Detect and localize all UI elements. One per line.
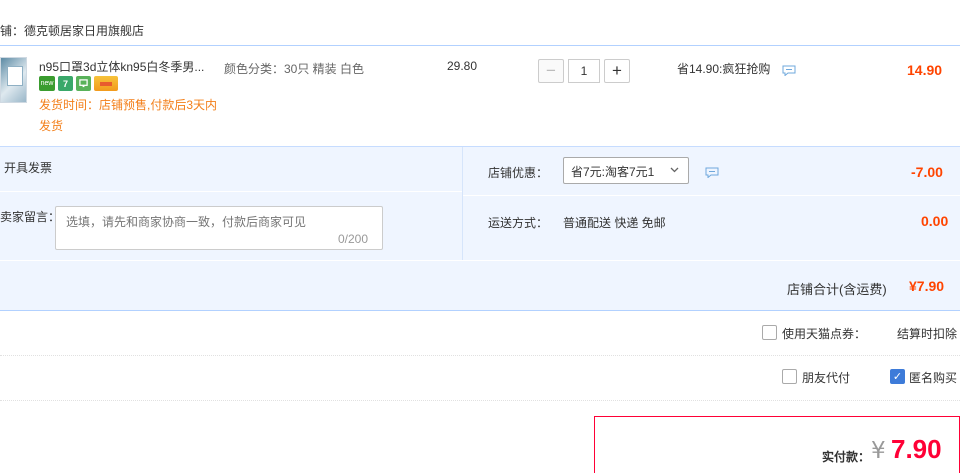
- shop-discount-value: 省7元:淘客7元1: [571, 165, 655, 179]
- points-label: 使用天猫点券：: [782, 327, 867, 341]
- shop-subtotal-label: 店铺合计(含运费): [787, 282, 887, 297]
- invoice-option[interactable]: 开具发票: [4, 159, 52, 176]
- row-divider: [0, 400, 960, 401]
- seller-note-field[interactable]: [55, 206, 383, 250]
- row-divider: [0, 355, 960, 356]
- points-value: 结算时扣除: [897, 327, 958, 341]
- shop-discount-select[interactable]: 省7元:淘客7元1: [563, 157, 689, 184]
- shop-discount-amount: -7.00: [911, 164, 943, 180]
- note-char-count: 0/200: [338, 232, 369, 246]
- note-label: 卖家留言：: [0, 210, 61, 224]
- seller-note-input[interactable]: [56, 207, 382, 249]
- shop-discount-label: 店铺优惠：: [488, 166, 549, 180]
- payment-amount: 7.90: [891, 434, 942, 464]
- guarantee-icon: [76, 76, 91, 91]
- payment-label: 实付款：: [822, 450, 871, 464]
- item-total: 14.90: [907, 62, 943, 78]
- anonymous-checkbox[interactable]: ✓: [890, 369, 905, 384]
- points-checkbox[interactable]: [762, 325, 777, 340]
- item-thumbnail[interactable]: [0, 57, 27, 103]
- new-badge-icon: new: [39, 76, 55, 91]
- service-badges: new 7: [39, 76, 118, 92]
- friend-pay-label[interactable]: 朋友代付: [802, 369, 850, 386]
- panel-divider: [462, 147, 463, 260]
- item-title-link[interactable]: n95口罩3d立体kn95白冬季男...: [39, 58, 219, 75]
- quantity-input[interactable]: [568, 59, 600, 83]
- header-divider: [0, 45, 960, 46]
- payment-currency: ¥: [871, 438, 886, 464]
- chat-bubble-icon[interactable]: [705, 167, 719, 181]
- panel-separator: [0, 260, 960, 261]
- panel-separator: [463, 195, 960, 196]
- friend-pay-checkbox[interactable]: [782, 369, 797, 384]
- chevron-down-icon: [669, 164, 680, 178]
- quantity-increase-button[interactable]: +: [604, 59, 630, 83]
- shipping-label: 运送方式：: [488, 216, 549, 230]
- shipping-method: 普通配送 快递 免邮: [563, 216, 666, 230]
- seven-day-return-icon: 7: [58, 76, 73, 91]
- panel-separator: [0, 191, 462, 192]
- anonymous-label[interactable]: 匿名购买: [909, 369, 957, 386]
- quantity-decrease-button[interactable]: −: [538, 59, 564, 83]
- chat-bubble-icon[interactable]: [782, 65, 796, 79]
- shipping-time-note-cont: 发货: [39, 119, 64, 133]
- unit-price: 29.80: [447, 59, 478, 73]
- shop-subtotal-amount: ¥7.90: [909, 278, 945, 294]
- shipping-amount: 0.00: [921, 213, 949, 229]
- quantity-stepper: − +: [538, 59, 630, 83]
- credit-card-icon: [94, 76, 118, 91]
- shop-name[interactable]: 铺：德克顿居家日用旗舰店: [0, 22, 144, 39]
- promo-text: 省14.90:疯狂抢购: [677, 62, 771, 76]
- shipping-time-note: 发货时间：店铺预售,付款后3天内: [39, 98, 218, 112]
- item-sku: 颜色分类：30只 精装 白色: [224, 62, 365, 76]
